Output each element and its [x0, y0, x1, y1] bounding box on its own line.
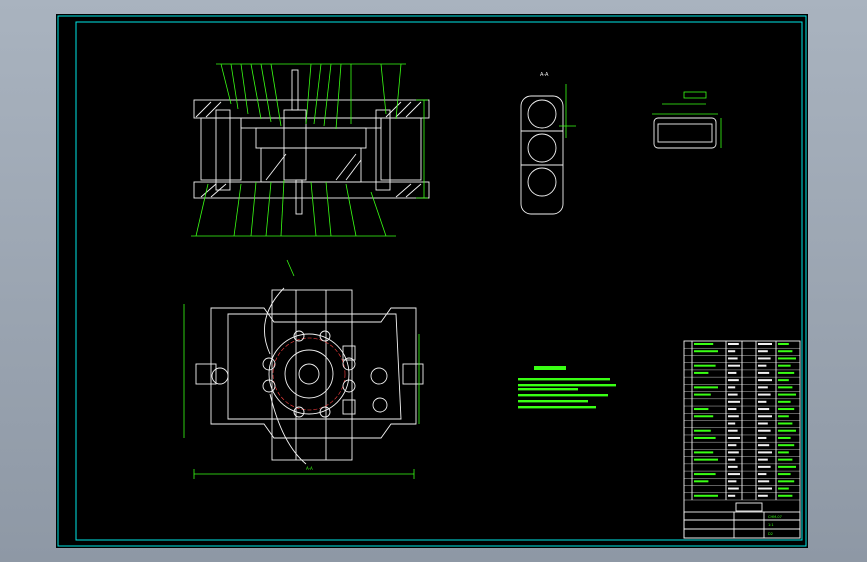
- bom-cell-text: [778, 364, 791, 367]
- bom-cell-text: [728, 473, 740, 476]
- bom-cell-text: [694, 494, 718, 497]
- bom-cell-text: [758, 487, 772, 490]
- bom-cell-text: [758, 465, 771, 468]
- bom-cell-text: [778, 371, 795, 374]
- bom-cell-text: [694, 343, 714, 345]
- cad-drawing-sheet: A-A A-A CHM-07 1:1 D2: [57, 15, 807, 547]
- bom-cell-text: [758, 386, 768, 389]
- bom-cell-text: [778, 429, 796, 432]
- bom-cell-text: [758, 444, 770, 447]
- technical-notes: [518, 366, 616, 409]
- bom-cell-text: [758, 393, 771, 396]
- bom-cell-text: [778, 422, 793, 425]
- bom-cell-text: [778, 458, 793, 461]
- bom-cell-text: [758, 494, 768, 497]
- bom-cell-text: [758, 343, 772, 345]
- bom-cell-text: [778, 480, 795, 483]
- bom-cell-text: [758, 451, 772, 454]
- bom-cell-text: [778, 473, 791, 476]
- bom-cell-text: [778, 400, 791, 403]
- bom-cell-text: [778, 465, 796, 468]
- bom-cell-text: [778, 415, 789, 418]
- bom-cell-text: [758, 480, 770, 483]
- bom-cell-text: [728, 386, 736, 389]
- die-plan-view: A-A: [183, 259, 424, 479]
- bom-cell-text: [694, 480, 709, 483]
- bom-cell-text: [728, 480, 737, 483]
- bom-cell-text: [778, 357, 796, 360]
- bom-cell-text: [758, 350, 768, 353]
- bom-cell-text: [728, 444, 737, 447]
- bom-cell-text: [694, 415, 714, 418]
- bom-cell-text: [694, 386, 718, 389]
- bom-cell-text: [758, 473, 767, 476]
- scale-value: 1:1: [768, 523, 774, 527]
- bom-cell-text: [694, 473, 716, 476]
- bom-cell-text: [728, 371, 737, 374]
- bom-cell-text: [728, 400, 740, 403]
- bom-cell-text: [728, 422, 736, 425]
- die-section-view: [191, 63, 430, 237]
- bom-cell-text: [778, 386, 793, 389]
- bom-cell-text: [758, 408, 770, 411]
- bom-cell-text: [728, 415, 739, 418]
- bom-cell-text: [778, 436, 791, 439]
- bom-cell-text: [758, 364, 767, 367]
- bom-cell-text: [728, 436, 740, 439]
- bom-cell-text: [758, 415, 772, 418]
- bom-cell-text: [694, 393, 711, 396]
- bom-cell-text: [694, 458, 718, 461]
- bom-cell-text: [758, 357, 771, 360]
- bom-cell-text: [728, 458, 736, 461]
- bom-cell-text: [694, 451, 714, 454]
- bom-cell-text: [694, 436, 716, 439]
- bom-cell-text: [728, 487, 739, 490]
- bom-cell-text: [758, 429, 771, 432]
- strip-label: A-A: [540, 72, 549, 78]
- bom-cell-text: [778, 379, 789, 382]
- bom-cell-text: [728, 364, 740, 367]
- bom-cell-text: [758, 400, 767, 403]
- section-label: A-A: [306, 466, 313, 471]
- bom-cell-text: [694, 350, 718, 353]
- bom-cell-text: [728, 429, 738, 432]
- bom-cell-text: [694, 429, 711, 432]
- drawing-number: CHM-07: [768, 515, 782, 519]
- bom-cell-text: [728, 494, 736, 497]
- bom-cell-text: [778, 408, 795, 411]
- bom-cell-text: [758, 422, 768, 425]
- bom-cell-text: [694, 408, 709, 411]
- bom-cell-text: [778, 393, 796, 396]
- bom-cell-text: [728, 465, 738, 468]
- bom-cell-text: [778, 350, 793, 353]
- bom-cell-text: [758, 371, 770, 374]
- bom-cell-text: [778, 343, 789, 345]
- part-detail-view: [652, 91, 722, 149]
- bom-cell-text: [694, 371, 709, 374]
- bom-cell-text: [778, 494, 793, 497]
- bom-cell-text: [728, 451, 739, 454]
- bom-cell-text: [728, 343, 739, 345]
- bom-cell-text: [758, 458, 768, 461]
- strip-layout-view: A-A: [520, 72, 576, 215]
- bom-cell-text: [728, 408, 737, 411]
- bom-cell-text: [758, 379, 772, 382]
- bom-cell-text: [778, 451, 789, 454]
- inner-border: [75, 21, 803, 541]
- bom-cell-text: [758, 436, 767, 439]
- drawing-viewport[interactable]: A-A A-A CHM-07 1:1 D2: [56, 14, 808, 548]
- title-block: CHM-07 1:1 D2: [683, 340, 801, 539]
- bom-cell-text: [778, 444, 795, 447]
- bom-cell-text: [728, 357, 738, 360]
- material-value: D2: [768, 532, 773, 536]
- bom-cell-text: [728, 379, 739, 382]
- bom-cell-text: [728, 393, 738, 396]
- bom-cell-text: [778, 487, 789, 490]
- bom-cell-text: [694, 364, 716, 367]
- outer-border: [57, 15, 807, 547]
- bom-cell-text: [728, 350, 736, 353]
